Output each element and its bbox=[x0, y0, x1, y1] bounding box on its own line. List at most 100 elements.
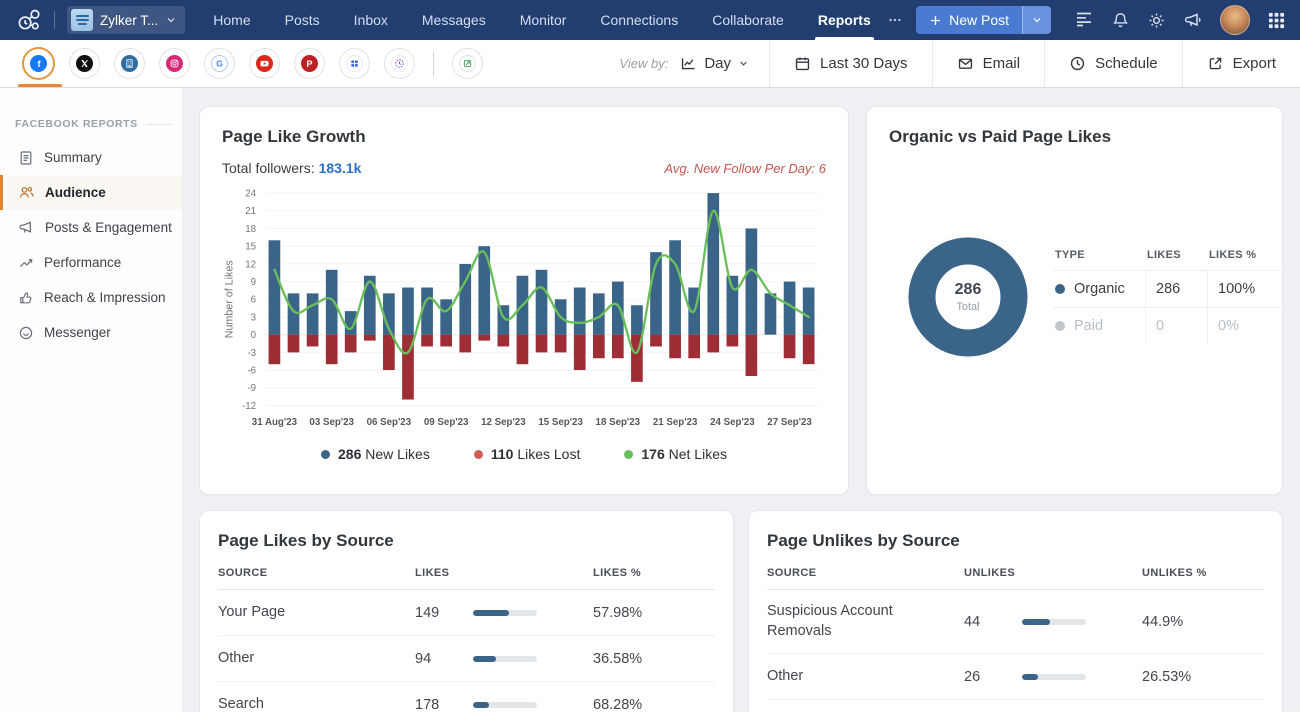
channel-list: fGP bbox=[22, 47, 483, 80]
navbar-divider bbox=[54, 11, 55, 29]
organic-paid-table: TYPELIKESLIKES %Organic286100%Paid00% bbox=[1053, 249, 1281, 344]
avg-new-follow-note: Avg. New Follow Per Day: 6 bbox=[664, 161, 826, 176]
top-navbar: Zylker T... Home Posts Inbox Messages Monito… bbox=[0, 0, 1300, 40]
clock-icon bbox=[1069, 55, 1086, 72]
export-icon bbox=[1207, 55, 1224, 72]
table-row-other[interactable]: Other9436.58% bbox=[218, 636, 715, 682]
card-title: Organic vs Paid Page Likes bbox=[889, 127, 1260, 147]
legend-item-new-likes[interactable]: 286 New Likes bbox=[321, 446, 430, 462]
channel-linkedin-icon[interactable] bbox=[114, 48, 145, 79]
action-label: Export bbox=[1233, 55, 1276, 72]
svg-text:15: 15 bbox=[245, 242, 256, 253]
sidebar-item-audience[interactable]: Audience bbox=[0, 175, 182, 210]
channel-apps-grid-icon[interactable] bbox=[339, 48, 370, 79]
table-row-your-page[interactable]: Your Page14957.98% bbox=[218, 590, 715, 636]
nav-item-reports[interactable]: Reports bbox=[818, 0, 871, 40]
announcements-megaphone-icon[interactable] bbox=[1183, 10, 1203, 30]
card-title: Page Unlikes by Source bbox=[767, 531, 1264, 551]
total-followers: Total followers:183.1k bbox=[222, 160, 361, 176]
new-post-dropdown-button[interactable] bbox=[1022, 6, 1051, 34]
email-button[interactable]: Email bbox=[932, 40, 1045, 87]
value-cell: 26 bbox=[964, 669, 1022, 685]
nav-item-inbox[interactable]: Inbox bbox=[354, 0, 388, 40]
nav-item-messages[interactable]: Messages bbox=[422, 0, 486, 40]
sidebar-item-posts-engagement[interactable]: Posts & Engagement bbox=[0, 210, 182, 245]
channel-link-green-icon[interactable] bbox=[452, 48, 483, 79]
sidebar-item-messenger[interactable]: Messenger bbox=[0, 315, 182, 350]
total-followers-label: Total followers: bbox=[222, 160, 315, 176]
channel-facebook-icon[interactable]: f bbox=[22, 47, 55, 80]
brand-switcher[interactable]: Zylker T... bbox=[67, 6, 185, 34]
nav-item-collaborate[interactable]: Collaborate bbox=[712, 0, 784, 40]
channel-instagram-icon[interactable] bbox=[159, 48, 190, 79]
zoho-social-logo-icon[interactable] bbox=[16, 7, 42, 33]
svg-text:-3: -3 bbox=[247, 348, 256, 359]
notifications-bell-icon[interactable] bbox=[1111, 11, 1130, 30]
view-by-group: View by: Day bbox=[599, 40, 769, 87]
progress-bar bbox=[1022, 619, 1086, 625]
sidebar-item-label: Reach & Impression bbox=[44, 290, 166, 305]
page-like-growth-card: Page Like Growth Total followers:183.1k … bbox=[199, 106, 849, 495]
likes-pct-cell: 100% bbox=[1207, 271, 1281, 307]
last-30-days-button[interactable]: Last 30 Days bbox=[769, 40, 932, 87]
pct-cell: 36.58% bbox=[593, 651, 715, 667]
view-by-day-selector[interactable]: Day bbox=[680, 55, 749, 72]
legend-dot bbox=[474, 450, 483, 459]
sidebar-item-label: Messenger bbox=[44, 325, 111, 340]
user-avatar[interactable] bbox=[1220, 5, 1250, 35]
channel-pinterest-icon[interactable]: P bbox=[294, 48, 325, 79]
schedule-button[interactable]: Schedule bbox=[1044, 40, 1182, 87]
table-row-search[interactable]: Search17868.28% bbox=[218, 682, 715, 712]
chat-icon bbox=[18, 325, 34, 341]
column-header: LIKES % bbox=[1207, 249, 1281, 261]
table-row-other[interactable]: Other2626.53% bbox=[767, 654, 1264, 700]
main-content: Page Like Growth Total followers:183.1k … bbox=[182, 88, 1300, 712]
legend-item-net-likes[interactable]: 176 Net Likes bbox=[624, 446, 727, 462]
nav-item-posts[interactable]: Posts bbox=[285, 0, 320, 40]
sidebar-item-performance[interactable]: Performance bbox=[0, 245, 182, 280]
export-button[interactable]: Export bbox=[1182, 40, 1300, 87]
settings-gear-icon[interactable] bbox=[1147, 11, 1166, 30]
organic-table-row-organic[interactable]: Organic286100% bbox=[1053, 270, 1281, 307]
table-row-suspicious-account-removals[interactable]: Suspicious Account Removals4444.9% bbox=[767, 590, 1264, 654]
column-header: LIKES bbox=[415, 567, 473, 579]
legend-dot bbox=[321, 450, 330, 459]
svg-text:-6: -6 bbox=[247, 366, 256, 377]
pct-cell: 44.9% bbox=[1142, 614, 1264, 630]
sidebar-item-reach-impression[interactable]: Reach & Impression bbox=[0, 280, 182, 315]
svg-text:27 Sep'23: 27 Sep'23 bbox=[767, 417, 812, 428]
page-likes-by-source-card: Page Likes by Source SOURCELIKESLIKES %Y… bbox=[199, 510, 734, 712]
svg-text:15 Sep'23: 15 Sep'23 bbox=[538, 417, 583, 428]
organic-table-row-paid[interactable]: Paid00% bbox=[1053, 307, 1281, 344]
legend-item-likes-lost[interactable]: 110 Likes Lost bbox=[474, 446, 581, 462]
column-header: LIKES bbox=[1145, 249, 1207, 261]
source-cell: Other bbox=[767, 667, 964, 687]
activity-feed-icon[interactable] bbox=[1074, 10, 1094, 30]
pct-cell: 57.98% bbox=[593, 605, 715, 621]
table-header: SOURCELIKESLIKES % bbox=[218, 567, 715, 590]
svg-text:G: G bbox=[216, 59, 223, 69]
table-row-unlikes-from-page-posts-or-news-feed[interactable]: Unlikes From Page, Posts, Or News Feed22… bbox=[767, 700, 1264, 712]
legend-dot bbox=[624, 450, 633, 459]
view-by-value: Day bbox=[704, 55, 731, 72]
likes-cell: 286 bbox=[1145, 271, 1207, 307]
channel-youtube-icon[interactable] bbox=[249, 48, 280, 79]
channel-google-icon[interactable]: G bbox=[204, 48, 235, 79]
legend-text: 286 New Likes bbox=[338, 446, 430, 462]
new-post-button[interactable]: New Post bbox=[916, 6, 1022, 34]
sidebar-section-rule bbox=[146, 124, 172, 125]
chevron-down-icon bbox=[738, 58, 749, 69]
toolbar-actions: View by: Day Last 30 DaysEmailSchedule Ex… bbox=[599, 40, 1300, 87]
selected-channel-underline bbox=[18, 84, 62, 87]
sidebar-item-summary[interactable]: Summary bbox=[0, 140, 182, 175]
total-followers-value-link[interactable]: 183.1k bbox=[319, 160, 362, 176]
nav-more-icon[interactable] bbox=[887, 12, 903, 28]
channel-scheduler-clock-icon[interactable] bbox=[384, 48, 415, 79]
channel-x-twitter-icon[interactable] bbox=[69, 48, 100, 79]
app-grid-icon[interactable] bbox=[1267, 11, 1286, 30]
like-growth-stats: Total followers:183.1k Avg. New Follow P… bbox=[222, 160, 826, 176]
nav-item-home[interactable]: Home bbox=[213, 0, 250, 40]
nav-item-connections[interactable]: Connections bbox=[600, 0, 678, 40]
nav-item-monitor[interactable]: Monitor bbox=[520, 0, 567, 40]
legend-text: 110 Likes Lost bbox=[491, 446, 581, 462]
